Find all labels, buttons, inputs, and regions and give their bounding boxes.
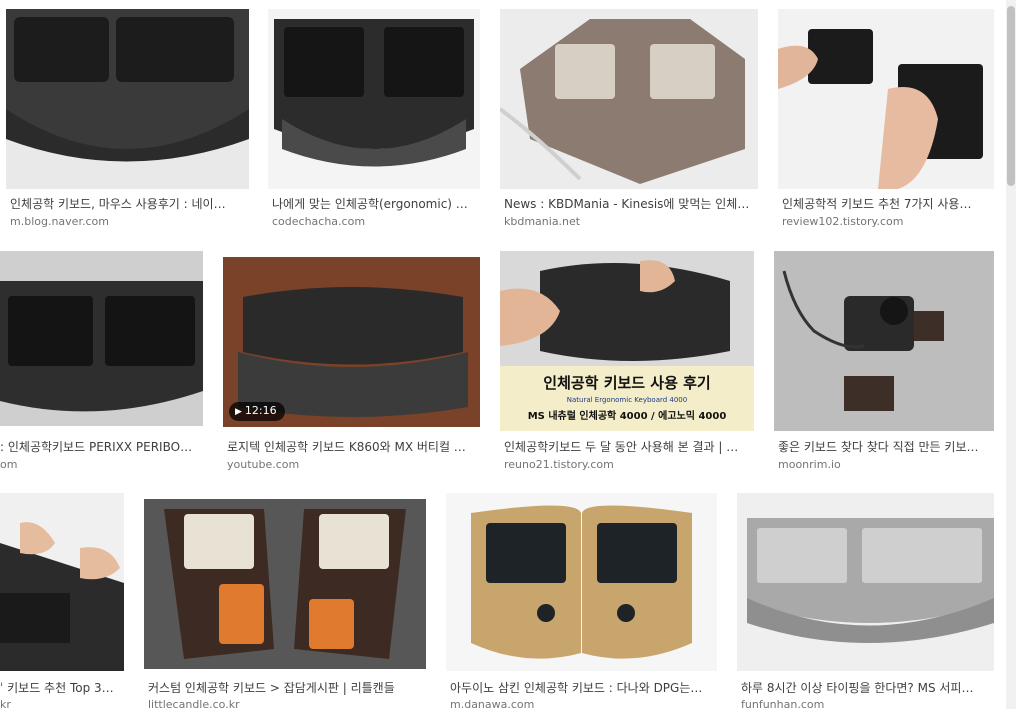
result-card-4[interactable]: 인체공학적 키보드 추천 7가지 사용… review102.tistory.c… [778, 9, 994, 234]
result-source[interactable]: littlecandle.co.kr [148, 698, 426, 712]
overlay-title: 인체공학 키보드 사용 후기 [543, 374, 711, 392]
result-source[interactable]: funfunhan.com [741, 698, 994, 712]
result-thumbnail-8[interactable] [774, 251, 994, 431]
overlay-subtitle: Natural Ergonomic Keyboard 4000 [566, 396, 688, 404]
result-caption[interactable]: ˈ 키보드 추천 Top 3… [0, 680, 124, 696]
result-source[interactable]: youtube.com [227, 458, 480, 472]
result-caption[interactable]: 인체공학키보드 두 달 동안 사용해 본 결과 | … [504, 439, 754, 455]
result-thumbnail-1[interactable] [6, 9, 249, 189]
result-caption[interactable]: News : KBDMania - Kinesis에 맞먹는 인체공… [504, 196, 758, 212]
result-caption[interactable]: 로지텍 인체공학 키보드 K860와 MX 버티컬 … [227, 439, 480, 455]
result-thumbnail-7[interactable]: 인체공학 키보드 사용 후기 Natural Ergonomic Keyboar… [500, 251, 754, 431]
result-thumbnail-10[interactable] [144, 499, 426, 669]
result-caption[interactable]: 인체공학적 키보드 추천 7가지 사용… [782, 196, 994, 212]
overlay-line: MS 내츄럴 인체공학 4000 / 에고노믹 4000 [527, 411, 727, 422]
result-source[interactable]: kr [0, 698, 124, 712]
result-card-11[interactable]: 아두이노 삼킨 인체공학 키보드 : 다나와 DPG는… m.danawa.co… [446, 493, 717, 712]
result-thumbnail-4[interactable] [778, 9, 994, 189]
result-source[interactable]: kbdmania.net [504, 215, 758, 229]
result-caption[interactable]: : 인체공학키보드 PERIXX PERIBO… [0, 439, 203, 455]
result-source[interactable]: reuno21.tistory.com [504, 458, 754, 472]
result-source[interactable]: om [0, 458, 203, 472]
result-card-1[interactable]: 인체공학 키보드, 마우스 사용후기 : 네이… m.blog.naver.co… [6, 9, 249, 234]
result-card-3[interactable]: News : KBDMania - Kinesis에 맞먹는 인체공… kbdm… [500, 9, 758, 234]
result-thumbnail-11[interactable] [446, 493, 717, 671]
result-card-7[interactable]: 인체공학 키보드 사용 후기 Natural Ergonomic Keyboar… [500, 251, 754, 476]
result-thumbnail-3[interactable] [500, 9, 758, 189]
result-card-6[interactable]: ▶ 12:16 로지텍 인체공학 키보드 K860와 MX 버티컬 … youtu… [223, 257, 480, 476]
result-caption[interactable]: 나에게 맞는 인체공학(ergonomic) … [272, 196, 480, 212]
result-caption[interactable]: 아두이노 삼킨 인체공학 키보드 : 다나와 DPG는… [450, 680, 717, 696]
result-caption[interactable]: 인체공학 키보드, 마우스 사용후기 : 네이… [10, 196, 249, 212]
result-thumbnail-6[interactable]: ▶ 12:16 [223, 257, 480, 427]
result-source[interactable]: codechacha.com [272, 215, 480, 229]
result-caption[interactable]: 커스텀 인체공학 키보드 > 잡담게시판 | 리틀캔들 [148, 680, 426, 696]
result-source[interactable]: review102.tistory.com [782, 215, 994, 229]
result-card-9[interactable]: ˈ 키보드 추천 Top 3… kr [0, 493, 124, 712]
result-source[interactable]: m.danawa.com [450, 698, 717, 712]
scrollbar-thumb[interactable] [1007, 6, 1015, 186]
result-caption[interactable]: 하루 8시간 이상 타이핑을 한다면? MS 서피… [741, 680, 994, 696]
video-duration: 12:16 [244, 404, 277, 417]
video-duration-badge: ▶ 12:16 [229, 402, 285, 421]
result-source[interactable]: moonrim.io [778, 458, 994, 472]
result-thumbnail-5[interactable] [0, 251, 203, 426]
result-card-12[interactable]: 하루 8시간 이상 타이핑을 한다면? MS 서피… funfunhan.com [737, 493, 994, 712]
result-thumbnail-2[interactable] [268, 9, 480, 189]
thumbnail-overlay-banner: 인체공학 키보드 사용 후기 Natural Ergonomic Keyboar… [500, 366, 754, 431]
play-icon: ▶ [235, 407, 242, 417]
result-thumbnail-9[interactable] [0, 493, 124, 671]
result-card-10[interactable]: 커스텀 인체공학 키보드 > 잡담게시판 | 리틀캔들 littlecandle… [144, 499, 426, 712]
result-card-2[interactable]: 나에게 맞는 인체공학(ergonomic) … codechacha.com [268, 9, 480, 234]
result-source[interactable]: m.blog.naver.com [10, 215, 249, 229]
result-card-5[interactable]: : 인체공학키보드 PERIXX PERIBO… om [0, 251, 203, 476]
result-card-8[interactable]: 좋은 키보드 찾다 찾다 직접 만든 키보… moonrim.io [774, 251, 994, 476]
result-thumbnail-12[interactable] [737, 493, 994, 671]
result-caption[interactable]: 좋은 키보드 찾다 찾다 직접 만든 키보… [778, 439, 994, 455]
scrollbar-track[interactable] [1006, 0, 1016, 709]
